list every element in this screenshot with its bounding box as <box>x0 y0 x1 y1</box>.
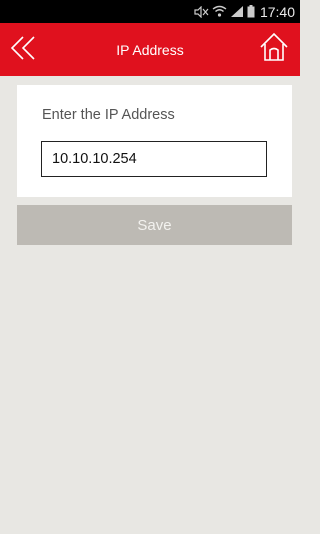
wifi-icon <box>212 5 227 18</box>
double-chevron-left-icon <box>9 34 39 67</box>
save-button[interactable]: Save <box>17 205 292 245</box>
ip-address-card: Enter the IP Address <box>17 85 292 197</box>
ip-address-label: Enter the IP Address <box>42 107 175 123</box>
status-bar: 17:40 <box>0 0 300 23</box>
back-button[interactable] <box>4 32 44 68</box>
home-icon <box>258 31 290 68</box>
home-button[interactable] <box>254 29 294 69</box>
battery-icon <box>247 5 255 18</box>
status-time: 17:40 <box>259 3 295 20</box>
mute-icon <box>193 5 209 18</box>
app-bar: IP Address <box>0 23 300 76</box>
ip-address-input[interactable] <box>41 141 267 177</box>
signal-icon <box>230 5 244 18</box>
page-title: IP Address <box>116 41 184 58</box>
status-icons: 17:40 <box>193 0 295 23</box>
